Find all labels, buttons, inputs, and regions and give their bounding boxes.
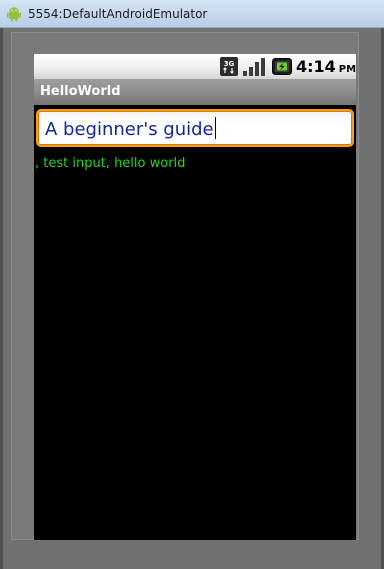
clock-time: 4:14 xyxy=(296,57,336,76)
app-title: HelloWorld xyxy=(40,84,121,99)
text-cursor xyxy=(214,117,216,139)
status-clock: 4:14 PM xyxy=(296,56,356,81)
text-input-field[interactable]: A beginner's guide xyxy=(36,109,354,147)
text-input-value-wrapper: A beginner's guide xyxy=(45,117,216,142)
output-text: , test input, hello world xyxy=(35,156,186,171)
app-title-bar: HelloWorld xyxy=(34,79,356,105)
android-screen[interactable]: 3G 4:14 PM HelloWorld A beginner's guide … xyxy=(34,54,356,540)
battery-charging-icon xyxy=(272,58,292,75)
status-bar[interactable]: 3G 4:14 PM xyxy=(34,54,356,79)
signal-bars-icon xyxy=(243,58,265,76)
network-3g-icon: 3G xyxy=(220,57,238,76)
clock-ampm: PM xyxy=(338,64,357,75)
network-badge-text: 3G xyxy=(224,60,235,68)
android-icon xyxy=(7,7,21,22)
window-title-bar[interactable]: 5554:DefaultAndroidEmulator xyxy=(0,0,384,28)
window-title: 5554:DefaultAndroidEmulator xyxy=(28,7,208,21)
text-input-value: A beginner's guide xyxy=(45,119,214,140)
